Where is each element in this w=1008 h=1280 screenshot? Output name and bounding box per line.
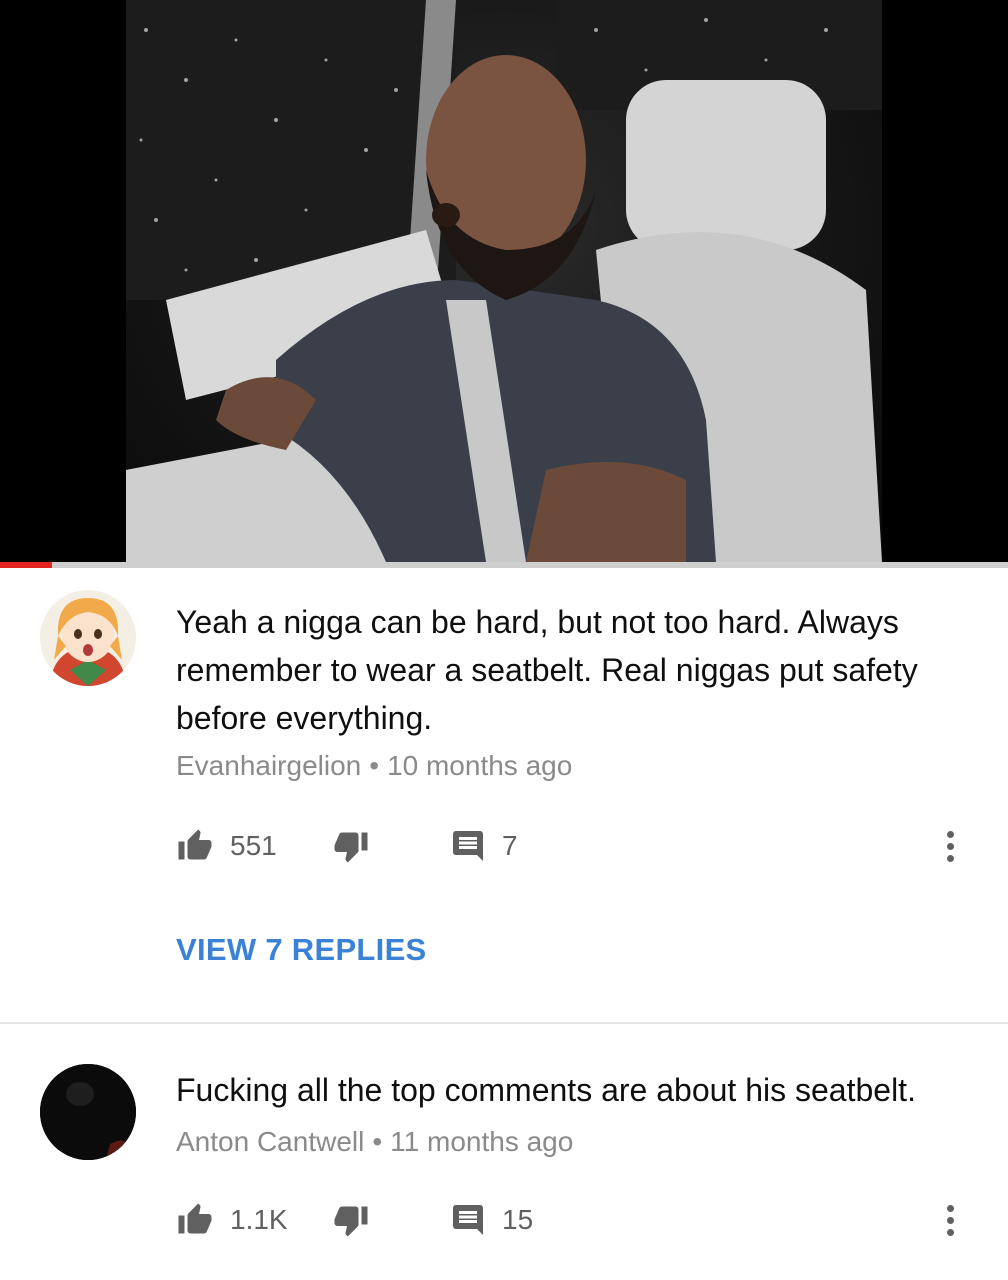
view-replies-link[interactable]: VIEW 7 REPLIES [176, 932, 427, 968]
dislike-button[interactable] [332, 826, 370, 866]
more-vert-icon[interactable] [938, 1200, 962, 1240]
avatar[interactable] [40, 1064, 136, 1160]
comment-icon [453, 1205, 483, 1235]
comment-divider [0, 1022, 1008, 1024]
meta-separator: • [369, 750, 380, 781]
comment-actions: 1.1K 15 [176, 1200, 986, 1240]
avatar[interactable] [40, 590, 136, 686]
progress-fill [0, 562, 53, 568]
comment-time: 11 months ago [390, 1126, 574, 1157]
dislike-button[interactable] [332, 1200, 370, 1240]
meta-separator: • [372, 1126, 383, 1157]
comment-meta: Anton Cantwell • 11 months ago [176, 1126, 573, 1158]
comment-time: 10 months ago [387, 750, 573, 781]
comment-author[interactable]: Evanhairgelion [176, 750, 361, 781]
like-button[interactable]: 1.1K [176, 1200, 288, 1240]
thumb-down-icon [334, 1206, 368, 1237]
reply-button[interactable]: 15 [450, 1200, 533, 1240]
like-count: 551 [230, 830, 277, 861]
comment-meta: Evanhairgelion • 10 months ago [176, 750, 572, 782]
reply-button[interactable]: 7 [450, 826, 518, 866]
video-player[interactable] [0, 0, 1008, 568]
thumb-down-icon [334, 832, 368, 863]
thumb-up-icon [178, 1203, 212, 1234]
progress-bar[interactable] [0, 562, 1008, 568]
like-count: 1.1K [230, 1204, 288, 1235]
comment-icon [453, 831, 483, 861]
like-button[interactable]: 551 [176, 826, 277, 866]
comment-text: Yeah a nigga can be hard, but not too ha… [176, 604, 918, 736]
more-vert-icon[interactable] [938, 826, 962, 866]
video-thumbnail-image [126, 0, 882, 562]
comment-author[interactable]: Anton Cantwell [176, 1126, 364, 1157]
video-frame[interactable] [126, 0, 882, 562]
comment-text: Fucking all the top comments are about h… [176, 1072, 916, 1108]
reply-count: 7 [502, 830, 518, 861]
reply-count: 15 [502, 1204, 534, 1235]
dark-avatar-icon [40, 1064, 136, 1160]
anime-girl-avatar-icon [40, 590, 136, 686]
comment-actions: 551 7 [176, 826, 986, 866]
thumb-up-icon [178, 829, 212, 860]
